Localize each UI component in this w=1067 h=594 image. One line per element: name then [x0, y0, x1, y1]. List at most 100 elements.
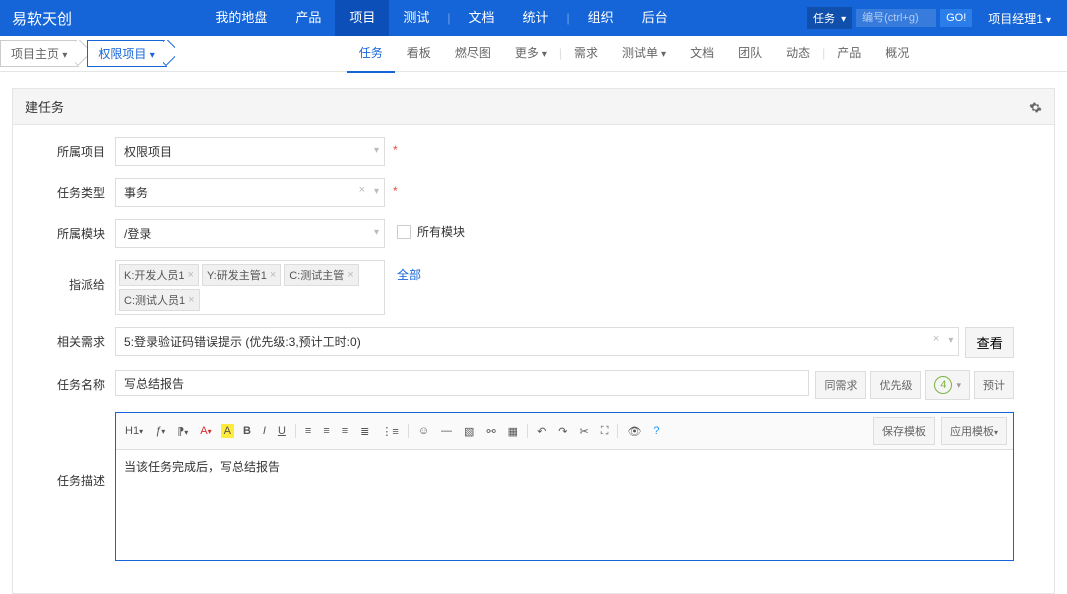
tab-team[interactable]: 团队 [726, 35, 774, 73]
required-icon: * [393, 178, 398, 198]
align-center-tool[interactable]: ≡ [320, 423, 332, 439]
assign-label: 指派给 [53, 260, 115, 293]
preview-tool[interactable]: 👁 [624, 423, 644, 440]
tab-overview[interactable]: 概况 [873, 35, 921, 73]
search-type-select[interactable]: 任务 ▾ [807, 7, 852, 29]
same-story-button[interactable]: 同需求 [815, 371, 866, 399]
help-tool[interactable]: ? [650, 423, 662, 439]
link-tool[interactable]: ⚯ [483, 423, 498, 440]
project-label: 所属项目 [53, 137, 115, 160]
nav-product[interactable]: 产品 [281, 0, 335, 36]
nav-admin[interactable]: 后台 [628, 0, 682, 36]
required-icon: * [393, 137, 398, 157]
hr-tool[interactable]: — [438, 423, 455, 439]
tab-kanban[interactable]: 看板 [395, 35, 443, 73]
project-select[interactable]: 权限项目 [115, 137, 385, 166]
panel-body: 所属项目 权限项目 ▾ * 任务类型 事务 × ▾ * 所属模块 /登录 ▾ [12, 125, 1055, 594]
priority-value[interactable]: 4 ▾ [925, 370, 970, 400]
assignee-tag: C:测试人员1 × [119, 289, 200, 311]
tab-testsheet[interactable]: 测试单▾ [610, 35, 678, 73]
rich-editor: H1▾ ƒ▾ ⁋▾ A▾ A B I U ≡ ≡ ≡ ≣ ⋮≡ [115, 412, 1014, 561]
sub-tabs: 任务 看板 燃尽图 更多▾ | 需求 测试单▾ 文档 团队 动态 | 产品 概况 [347, 35, 921, 73]
remove-tag-icon[interactable]: × [347, 269, 353, 281]
top-bar: 易软天创 我的地盘 产品 项目 测试 | 文档 统计 | 组织 后台 任务 ▾ … [0, 0, 1067, 36]
clear-icon[interactable]: × [933, 333, 939, 345]
remove-tag-icon[interactable]: × [270, 269, 276, 281]
save-template-button[interactable]: 保存模板 [873, 417, 935, 445]
tab-doc[interactable]: 文档 [678, 35, 726, 73]
bold-tool[interactable]: B [240, 423, 254, 439]
fontsize-tool[interactable]: ⁋▾ [174, 423, 191, 440]
editor-toolbar: H1▾ ƒ▾ ⁋▾ A▾ A B I U ≡ ≡ ≡ ≣ ⋮≡ [116, 413, 1013, 450]
source-tool[interactable]: ✂ [577, 423, 592, 440]
module-select[interactable]: /登录 [115, 219, 385, 248]
emoji-tool[interactable]: ☺ [415, 423, 432, 439]
remove-tag-icon[interactable]: × [188, 294, 194, 306]
nav-mydisk[interactable]: 我的地盘 [201, 0, 281, 36]
apply-template-button[interactable]: 应用模板▾ [941, 417, 1007, 445]
tab-product[interactable]: 产品 [825, 35, 873, 73]
view-story-button[interactable]: 查看 [965, 327, 1014, 358]
module-label: 所属模块 [53, 219, 115, 242]
editor-body[interactable]: 当该任务完成后，写总结报告 [116, 450, 1013, 560]
search-go-button[interactable]: GO! [940, 9, 972, 27]
assignee-tags[interactable]: K:开发人员1 × Y:研发主管1 × C:测试主管 × C:测试人员1 × [115, 260, 385, 315]
tab-more[interactable]: 更多▾ [503, 35, 559, 73]
crumb-home[interactable]: 项目主页 ▾ [0, 40, 79, 67]
nav-org[interactable]: 组织 [574, 0, 628, 36]
clear-icon[interactable]: × [359, 184, 365, 196]
crumb-project[interactable]: 权限项目 ▾ [87, 40, 166, 67]
nav-divider: | [443, 0, 454, 36]
chevron-down-icon: ▾ [948, 335, 953, 346]
panel-title: 建任务 [25, 97, 64, 116]
chevron-down-icon: ▾ [374, 227, 379, 238]
form-panel: 建任务 所属项目 权限项目 ▾ * 任务类型 事务 × ▾ * 所属模块 [12, 88, 1055, 594]
panel-header: 建任务 [12, 88, 1055, 125]
chevron-down-icon: ▾ [374, 145, 379, 156]
type-label: 任务类型 [53, 178, 115, 201]
nav-stats[interactable]: 统计 [509, 0, 563, 36]
search-input[interactable] [856, 9, 936, 27]
assign-all-link[interactable]: 全部 [397, 260, 421, 283]
nav-divider: | [563, 0, 574, 36]
top-nav: 我的地盘 产品 项目 测试 | 文档 统计 | 组织 后台 [201, 0, 681, 36]
story-label: 相关需求 [53, 327, 115, 350]
font-tool[interactable]: ƒ▾ [152, 423, 168, 439]
highlight-tool[interactable]: A [221, 424, 234, 438]
gear-icon[interactable] [1029, 99, 1042, 114]
user-menu[interactable]: 项目经理1▾ [980, 10, 1059, 27]
priority-button[interactable]: 优先级 [870, 371, 921, 399]
all-modules-checkbox[interactable] [397, 225, 411, 239]
italic-tool[interactable]: I [260, 423, 269, 439]
all-modules-label: 所有模块 [417, 223, 465, 240]
nav-doc[interactable]: 文档 [455, 0, 509, 36]
crumb-bar: 项目主页 ▾ 权限项目 ▾ 任务 看板 燃尽图 更多▾ | 需求 测试单▾ 文档… [0, 36, 1067, 72]
assignee-tag: C:测试主管 × [284, 264, 358, 286]
chevron-down-icon: ▾ [374, 186, 379, 197]
fullscreen-tool[interactable]: ⛶ [598, 423, 612, 440]
nav-test[interactable]: 测试 [389, 0, 443, 36]
assignee-tag: K:开发人员1 × [119, 264, 199, 286]
tab-dynamic[interactable]: 动态 [774, 35, 822, 73]
ordered-list-tool[interactable]: ≣ [357, 423, 372, 440]
unordered-list-tool[interactable]: ⋮≡ [378, 423, 401, 440]
undo-tool[interactable]: ↶ [534, 423, 549, 440]
task-name-input[interactable] [115, 370, 809, 396]
align-left-tool[interactable]: ≡ [302, 423, 314, 439]
align-right-tool[interactable]: ≡ [339, 423, 351, 439]
table-tool[interactable]: ▦ [505, 423, 521, 440]
nav-project[interactable]: 项目 [335, 0, 389, 36]
brand: 易软天创 [0, 8, 84, 29]
type-select[interactable]: 事务 [115, 178, 385, 207]
story-select[interactable]: 5:登录验证码错误提示 (优先级:3,预计工时:0) [115, 327, 959, 356]
redo-tool[interactable]: ↷ [555, 423, 570, 440]
image-tool[interactable]: ▧ [461, 423, 477, 440]
tab-burn[interactable]: 燃尽图 [443, 35, 503, 73]
heading-tool[interactable]: H1▾ [122, 423, 146, 439]
underline-tool[interactable]: U [275, 423, 289, 439]
tab-task[interactable]: 任务 [347, 35, 395, 73]
fontcolor-tool[interactable]: A▾ [197, 423, 214, 439]
remove-tag-icon[interactable]: × [188, 269, 194, 281]
estimate-button[interactable]: 预计 [974, 371, 1014, 399]
tab-demand[interactable]: 需求 [562, 35, 610, 73]
